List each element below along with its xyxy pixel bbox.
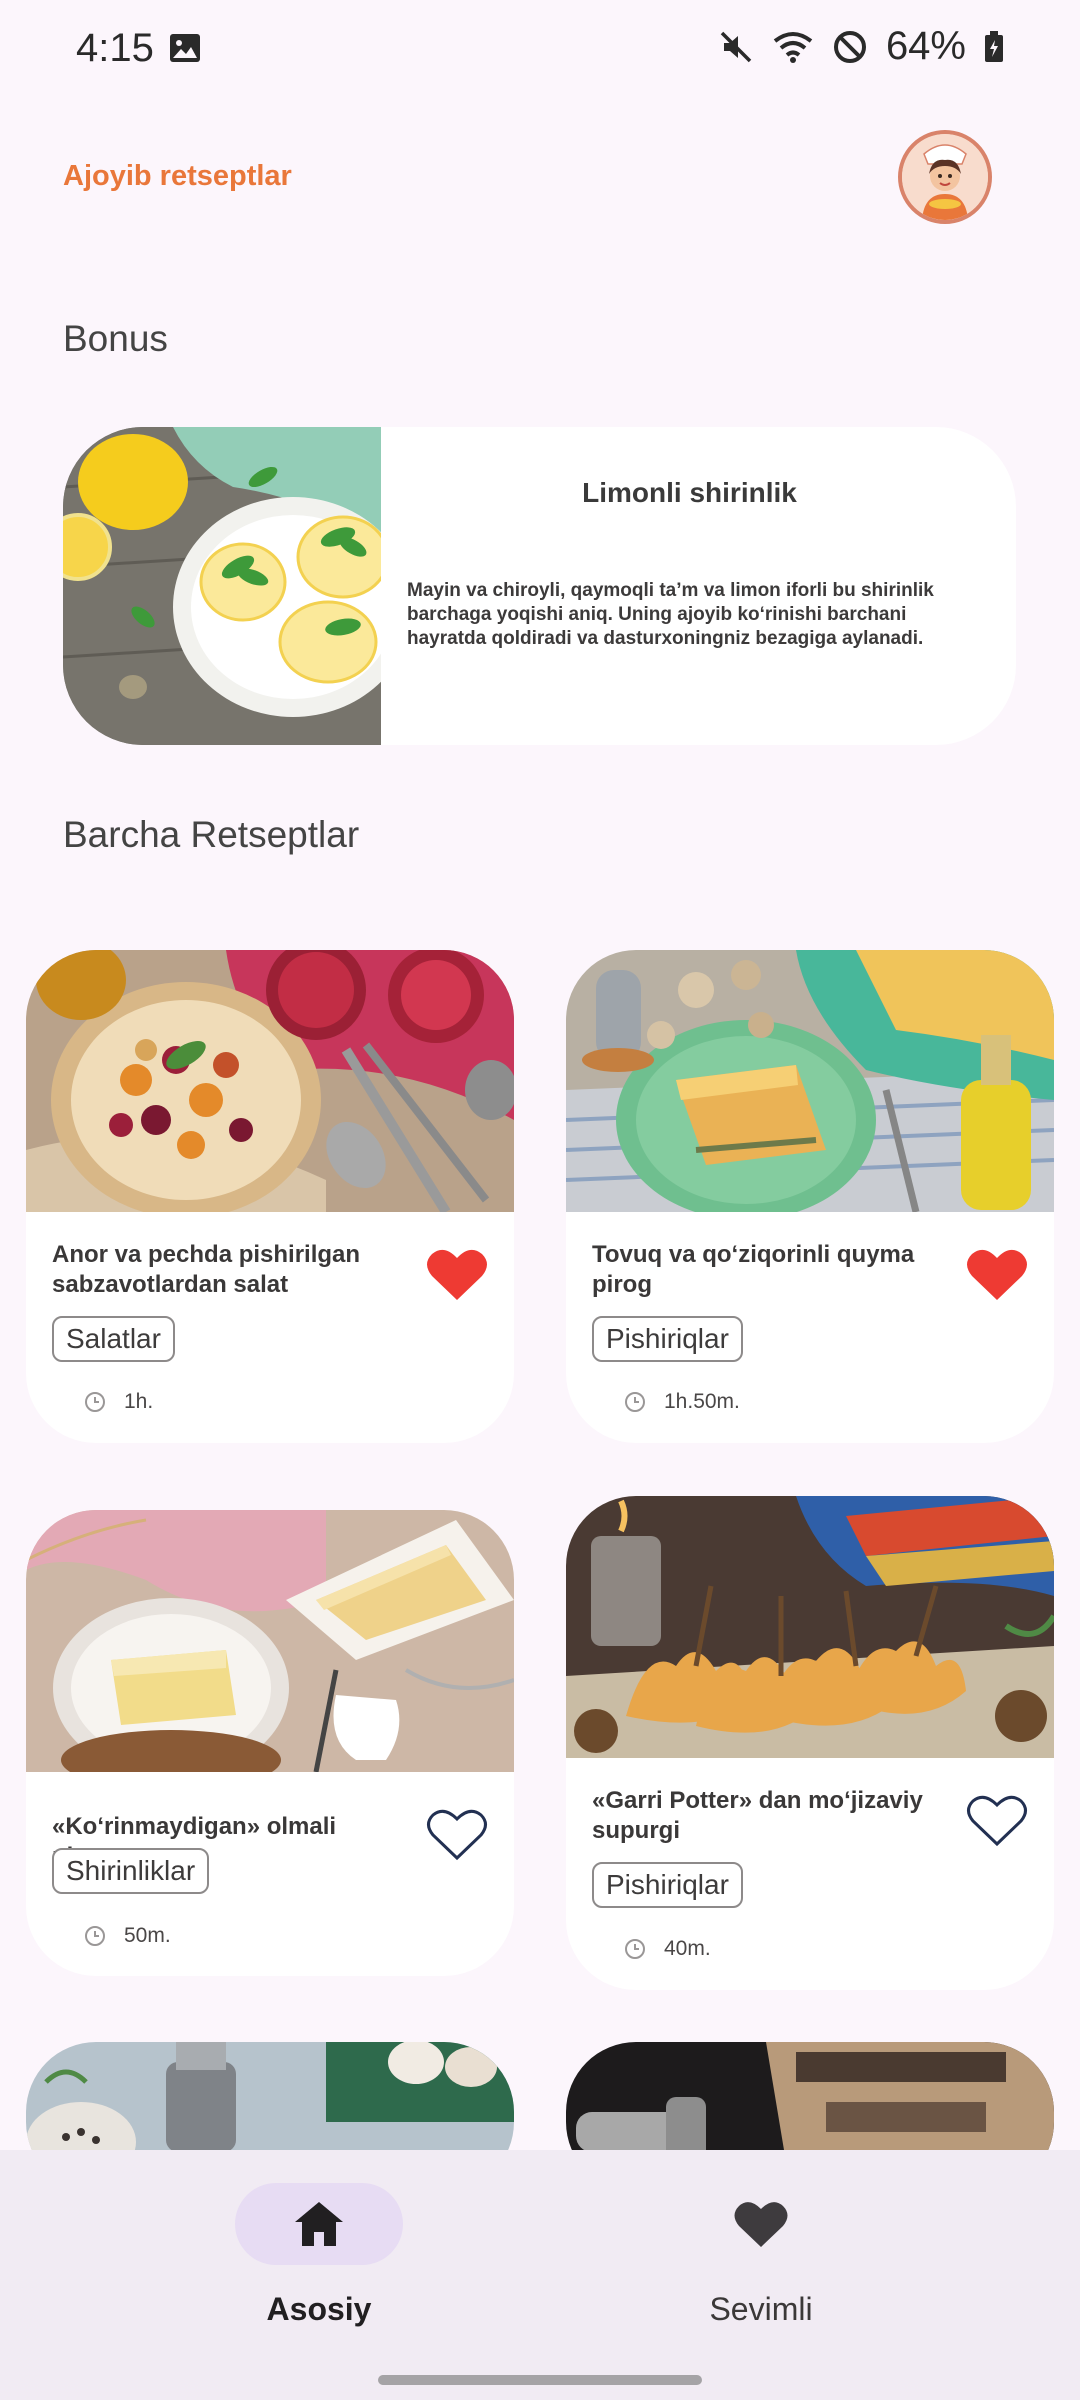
home-icon [295, 2202, 343, 2246]
bonus-recipe-image [63, 427, 381, 745]
category-chip[interactable]: Shirinliklar [52, 1848, 210, 1894]
status-icons: 64% [718, 24, 1004, 69]
cooking-time: 50m. [84, 1924, 171, 1948]
nav-icon-container[interactable] [677, 2183, 845, 2265]
recipe-title: Tovuq va qo‘ziqorinli quyma pirog [592, 1241, 915, 1298]
bonus-recipe-card[interactable]: Limonli shirinlik Mayin va chiroyli, qay… [63, 427, 1016, 745]
battery-percentage: 64% [885, 24, 966, 68]
clock-icon [85, 1926, 105, 1946]
category-chip[interactable]: Pishiriqlar [592, 1316, 743, 1362]
bonus-recipe-title: Limonli shirinlik [582, 477, 797, 508]
battery-icon [985, 30, 1003, 62]
cooking-time-text: 40m. [664, 1937, 711, 1960]
recipe-card[interactable]: «Garri Potter» dan mo‘jizaviy supurgi Pi… [566, 1496, 1054, 1990]
all-recipes-section-title: Barcha Retseptlar [63, 814, 360, 855]
cooking-time-text: 1h. [124, 1390, 154, 1413]
nav-label-favorites: Sevimli [709, 2291, 813, 2327]
do-not-disturb-icon [833, 30, 866, 63]
nav-label-home: Asosiy [266, 2291, 372, 2327]
recipe-image [566, 950, 1054, 1212]
clock-icon [85, 1392, 105, 1412]
cooking-time: 1h. [84, 1390, 153, 1414]
clock-icon [625, 1392, 645, 1412]
category-chip[interactable]: Pishiriqlar [592, 1862, 743, 1908]
recipe-title: «Garri Potter» dan mo‘jizaviy supurgi [592, 1787, 923, 1844]
favorite-heart-outline-icon[interactable] [426, 1806, 488, 1862]
mute-icon [720, 31, 752, 62]
image-notification-icon [170, 34, 200, 62]
recipe-card[interactable]: «Ko‘rinmaydigan» olmali pirog Shirinlikl… [26, 1510, 514, 1976]
status-bar: 4:15 64% [0, 0, 1080, 96]
category-chip[interactable]: Salatlar [52, 1316, 175, 1362]
status-time: 4:15 [76, 26, 154, 70]
cooking-time: 40m. [624, 1937, 711, 1961]
recipe-image [566, 1496, 1054, 1758]
recipe-card[interactable]: Anor va pechda pishirilgan sabzavotlarda… [26, 950, 514, 1443]
wifi-icon [773, 31, 813, 63]
recipe-title: Anor va pechda pishirilgan sabzavotlarda… [52, 1241, 361, 1298]
favorite-heart-icon[interactable] [426, 1246, 488, 1302]
heart-icon [734, 2202, 788, 2247]
clock-icon [625, 1939, 645, 1959]
nav-item-home[interactable]: Asosiy [229, 2183, 409, 2328]
recipe-card[interactable]: Tovuq va qo‘ziqorinli quyma pirog Pishir… [566, 950, 1054, 1443]
cooking-time-text: 50m. [124, 1924, 171, 1947]
chef-avatar-icon[interactable] [898, 130, 992, 224]
bottom-navigation: Asosiy Sevimli [0, 2150, 1080, 2400]
nav-active-indicator[interactable] [235, 2183, 403, 2265]
bonus-section-title: Bonus [63, 318, 168, 359]
recipe-image [26, 950, 514, 1212]
bonus-recipe-description: Mayin va chiroyli, qaymoqli ta’m va limo… [407, 580, 934, 649]
gesture-home-indicator[interactable] [378, 2375, 702, 2385]
favorite-heart-outline-icon[interactable] [966, 1792, 1028, 1848]
nav-item-favorites[interactable]: Sevimli [671, 2183, 851, 2328]
app-title: Ajoyib retseptlar [63, 160, 292, 192]
recipe-image [26, 1510, 514, 1772]
cooking-time: 1h.50m. [624, 1390, 740, 1414]
cooking-time-text: 1h.50m. [664, 1390, 740, 1413]
favorite-heart-icon[interactable] [966, 1246, 1028, 1302]
